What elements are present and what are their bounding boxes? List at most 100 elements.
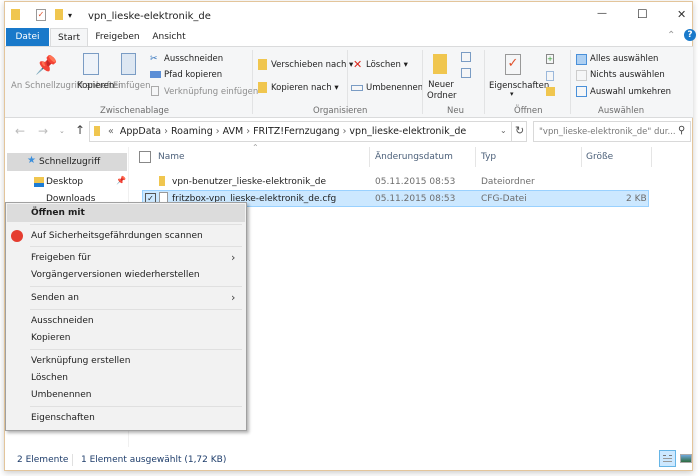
menu-item-send-to[interactable]: Senden an [31,293,79,303]
select-all-button[interactable]: Alles auswählen [590,54,658,64]
new-folder-quick-icon[interactable] [55,9,63,20]
rename-icon [351,85,363,91]
file-name: vpn-benutzer_lieske-elektronik_de [172,177,327,187]
delete-button[interactable]: Löschen ▾ [366,60,408,70]
menu-item-open-with[interactable]: Öffnen mit [31,208,85,218]
tab-datei[interactable]: Datei [6,28,49,46]
quick-access-dropdown-icon[interactable]: ▾ [68,11,72,20]
collapse-ribbon-icon[interactable]: ⌃ [667,30,675,41]
menu-item-copy[interactable]: Kopieren [31,333,70,343]
pin-icon: 📌 [116,176,126,185]
folder-icon [11,9,20,20]
minimize-button[interactable]: — [597,8,607,19]
tab-start[interactable]: Start [50,28,88,46]
select-all-checkbox[interactable] [139,151,151,163]
breadcrumb-item[interactable]: Roaming [171,126,213,137]
copy-button[interactable]: Kopieren [77,81,114,91]
move-to-button[interactable]: Verschieben nach ▾ [271,60,353,70]
group-separator [347,50,348,114]
easy-access-icon[interactable] [461,68,471,78]
properties-dropdown-icon[interactable]: ▾ [510,90,514,98]
file-type: CFG-Datei [481,194,527,204]
group-separator [422,50,423,114]
group-label-neu: Neu [447,106,464,116]
back-button[interactable]: ← [15,124,25,138]
menu-item-create-shortcut[interactable]: Verknüpfung erstellen [31,356,130,366]
refresh-icon[interactable]: ↻ [515,124,524,137]
menu-item-scan[interactable]: Auf Sicherheitsgefährdungen scannen [31,231,203,241]
paste-shortcut-button[interactable]: Verknüpfung einfügen [164,87,258,97]
breadcrumb-item[interactable]: AppData [120,126,161,137]
submenu-arrow-icon: › [231,251,236,264]
large-icons-view-button[interactable] [680,454,692,463]
breadcrumb: « AppData › Roaming › AVM › FRITZ!Fernzu… [108,126,467,137]
up-button[interactable]: ↑ [75,123,85,137]
paste-shortcut-icon [151,86,159,96]
desktop-icon [34,177,44,187]
new-folder-icon [433,54,447,74]
copy-path-icon [150,71,161,78]
copy-to-button[interactable]: Kopieren nach ▾ [271,83,339,93]
pin-icon: 📌 [35,55,58,76]
breadcrumb-item[interactable]: AVM [223,126,244,137]
rename-button[interactable]: Umbenennen [366,83,423,93]
menu-item-cut[interactable]: Ausschneiden [31,316,94,326]
menu-item-properties[interactable]: Eigenschaften [31,413,95,423]
column-header-date[interactable]: Änderungsdatum [375,152,453,162]
recent-dropdown[interactable]: ⌄ [59,127,65,135]
folder-icon [159,176,165,186]
address-dropdown-icon[interactable]: ⌄ [500,126,507,135]
edit-icon[interactable] [546,71,554,81]
cut-button[interactable]: Ausschneiden [164,54,223,64]
file-type: Dateiordner [481,177,535,187]
properties-icon: ✓ [505,54,521,75]
select-none-button[interactable]: Nichts auswählen [590,70,665,80]
help-icon[interactable]: ? [684,29,696,41]
column-header-type[interactable]: Typ [481,152,496,162]
group-separator [570,50,571,114]
properties-quick-icon[interactable]: ✓ [36,9,46,21]
status-item-count: 2 Elemente [17,455,69,465]
paste-button[interactable]: Einfügen [113,81,151,91]
details-view-button[interactable] [659,450,676,467]
maximize-button[interactable]: ☐ [637,7,648,21]
menu-item-rename[interactable]: Umbenennen [31,390,92,400]
search-icon[interactable]: ⚲ [678,125,685,136]
paste-icon [121,53,136,75]
menu-item-share-with[interactable]: Freigeben für [31,253,91,263]
tab-ansicht[interactable]: Ansicht [148,28,190,46]
scissors-icon: ✂ [150,54,158,64]
copy-icon [83,53,99,75]
submenu-arrow-icon: › [231,291,236,304]
group-label-organisieren: Organisieren [313,106,368,116]
properties-button[interactable]: Eigenschaften [489,81,549,91]
file-date: 05.11.2015 08:53 [375,194,456,204]
move-to-icon [258,59,267,70]
file-size: 2 KB [626,194,647,204]
group-separator [252,50,253,114]
history-icon[interactable] [546,87,555,96]
close-button[interactable]: ✕ [677,8,686,21]
star-icon: ★ [27,155,36,166]
file-date: 05.11.2015 08:53 [375,177,456,187]
status-selection: 1 Element ausgewählt (1,72 KB) [81,455,227,465]
menu-item-restore-versions[interactable]: Vorgängerversionen wiederherstellen [31,270,200,280]
invert-selection-button[interactable]: Auswahl umkehren [590,87,671,97]
nav-item-desktop[interactable]: Desktop [46,177,83,187]
new-item-icon[interactable] [461,52,471,62]
tab-freigeben[interactable]: Freigeben [90,28,145,46]
invert-selection-icon [576,86,587,97]
copy-path-button[interactable]: Pfad kopieren [164,70,222,80]
breadcrumb-item[interactable]: FRITZ!Fernzugang [253,126,339,137]
forward-button[interactable]: → [38,124,48,138]
menu-item-delete[interactable]: Löschen [31,373,68,383]
open-icon[interactable]: + [546,54,554,64]
copy-to-icon [258,82,267,93]
new-folder-button[interactable]: Neuer Ordner [427,80,457,102]
sort-ascending-icon: ⌃ [252,143,259,152]
breadcrumb-item[interactable]: vpn_lieske-elektronik_de [349,126,466,137]
group-label-auswaehlen: Auswählen [598,106,645,116]
column-header-name[interactable]: Name [158,152,185,162]
search-placeholder: "vpn_lieske-elektronik_de" dur... [539,127,676,137]
column-header-size[interactable]: Größe [586,152,613,162]
